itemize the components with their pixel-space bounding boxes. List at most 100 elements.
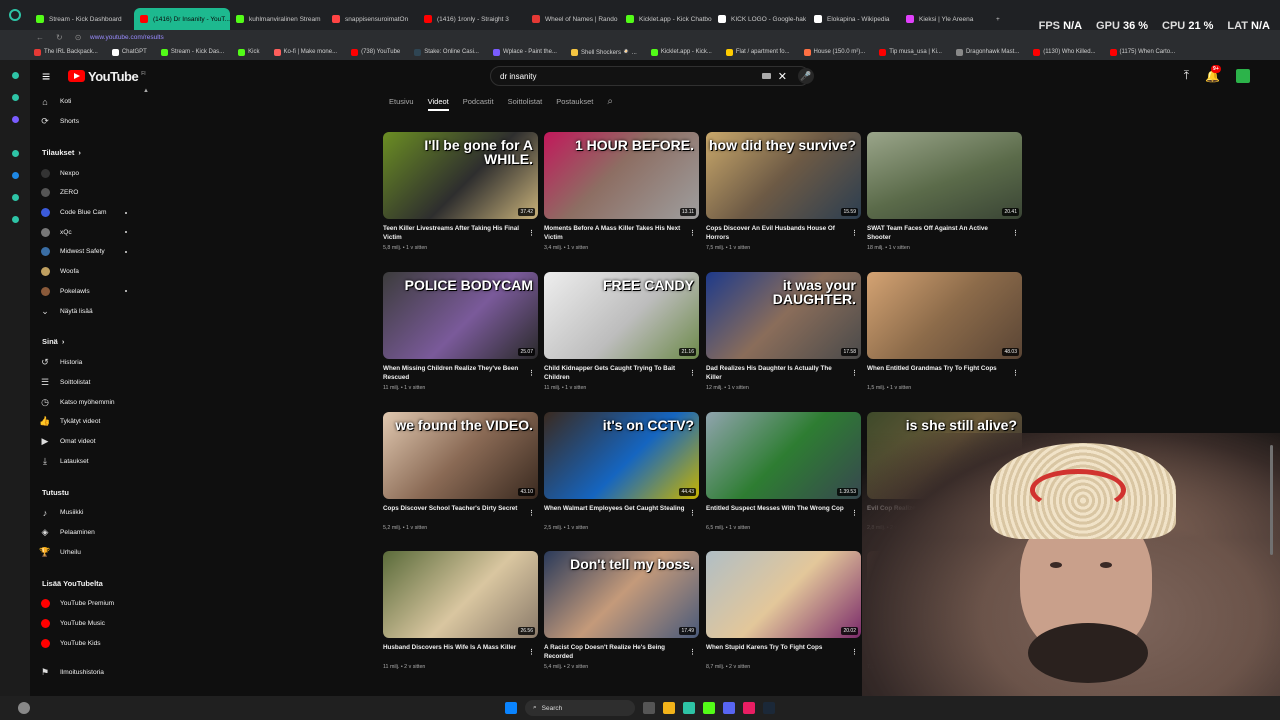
page-scrollbar[interactable]	[1270, 445, 1273, 555]
search-icon[interactable]: ⌕	[607, 96, 613, 107]
edge-app-icon[interactable]	[12, 94, 19, 101]
sidebar-item[interactable]: ⌄ Näytä lisää	[30, 301, 145, 321]
more-options-icon[interactable]: ⋮	[851, 509, 861, 519]
bookmark-item[interactable]: House (150.0 m²)...	[803, 48, 865, 56]
tab-soittolistat[interactable]: Soittolistat	[508, 97, 543, 106]
tab-videot[interactable]: Videot	[427, 97, 449, 111]
sidebar-item[interactable]: YouTube Kids	[30, 633, 145, 653]
sidebar-item[interactable]: YouTube Music	[30, 614, 145, 634]
edge-browser-icon[interactable]	[683, 702, 695, 714]
video-thumbnail[interactable]: 48.03	[867, 272, 1022, 359]
video-card[interactable]: it was your DAUGHTER. 17.58 Dad Realizes H…	[706, 272, 861, 391]
bookmark-item[interactable]: Stake: Online Casi...	[414, 48, 479, 56]
edge-app-icon[interactable]	[12, 194, 19, 201]
browser-tab[interactable]: Kicklet.app - Kick Chatbo	[620, 8, 712, 30]
sidebar-item[interactable]: ♪ Musiikki	[30, 503, 145, 523]
bookmark-item[interactable]: Kick	[238, 48, 260, 56]
video-card[interactable]: 26.56 Husband Discovers His Wife Is A Mas…	[383, 551, 538, 670]
browser-tab[interactable]: (1416) 1ronly - Straight 3	[418, 8, 526, 30]
sidebar-item[interactable]: Nexpo	[30, 163, 145, 183]
search-input[interactable]: dr insanity ✕ ⌕	[490, 66, 810, 86]
browser-tab[interactable]: (1416) Dr Insanity - YouT...	[134, 8, 230, 30]
video-title[interactable]: Teen Killer Livestreams After Taking His…	[383, 224, 538, 243]
tab-podcastit[interactable]: Podcastit	[463, 97, 494, 106]
more-options-icon[interactable]: ⋮	[528, 369, 538, 379]
sidebar-item[interactable]: ⌂ Koti	[30, 92, 145, 112]
video-card[interactable]: 20.41 SWAT Team Faces Off Against An Acti…	[867, 132, 1022, 251]
bookmark-item[interactable]: Shell Shockers 🍳 ...	[570, 48, 637, 56]
more-options-icon[interactable]: ⋮	[528, 648, 538, 658]
microphone-icon[interactable]: 🎤	[798, 68, 814, 84]
video-thumbnail[interactable]: how did they survive? 15.59	[706, 132, 861, 219]
video-thumbnail[interactable]: 1 HOUR BEFORE. 13.11	[544, 132, 699, 219]
video-card[interactable]: FREE CANDY 21.16 Child Kidnapper Gets Caug…	[544, 272, 699, 391]
sidebar-item[interactable]: Pokelawls	[30, 282, 145, 302]
sidebar-item[interactable]: ▶ Omat videot	[30, 432, 145, 452]
video-card[interactable]: I'll be gone for A WHILE. 37.42 Teen Kille…	[383, 132, 538, 251]
video-card[interactable]: 1 HOUR BEFORE. 13.11 Moments Before A Mass…	[544, 132, 699, 251]
bookmark-item[interactable]: Wplace - Paint the...	[492, 48, 557, 56]
video-thumbnail[interactable]: it's on CCTV? 44.43	[544, 412, 699, 499]
video-thumbnail[interactable]: POLICE BODYCAM 25.07	[383, 272, 538, 359]
video-thumbnail[interactable]: it was your DAUGHTER. 17.58	[706, 272, 861, 359]
sidebar-item[interactable]: ⚑ Ilmoitushistoria	[30, 663, 145, 683]
weather-icon[interactable]	[18, 702, 30, 714]
sidebar-item[interactable]: 🏆 Urheilu	[30, 542, 145, 562]
video-thumbnail[interactable]: 20.41	[867, 132, 1022, 219]
video-card[interactable]: Don't tell my boss. 17.49 A Racist Cop Doe…	[544, 551, 699, 670]
video-thumbnail[interactable]: 26.56	[383, 551, 538, 638]
sidebar-item[interactable]: ◷ Katso myöhemmin	[30, 392, 145, 412]
sidebar-section-header[interactable]: Tutustu	[30, 481, 145, 503]
discord-icon[interactable]	[723, 702, 735, 714]
steam-icon[interactable]	[763, 702, 775, 714]
video-title[interactable]: When Entitled Grandmas Try To Fight Cops…	[867, 364, 1022, 383]
video-title[interactable]: When Walmart Employees Get Caught Steali…	[544, 504, 699, 523]
task-view-icon[interactable]	[643, 702, 655, 714]
video-card[interactable]: how did they survive? 15.59 Cops Discover …	[706, 132, 861, 251]
video-title[interactable]: Cops Discover School Teacher's Dirty Sec…	[383, 504, 538, 523]
video-card[interactable]: 48.03 When Entitled Grandmas Try To Fight…	[867, 272, 1022, 391]
sidebar-item[interactable]: Woofa	[30, 262, 145, 282]
video-title[interactable]: Cops Discover An Evil Husbands House Of …	[706, 224, 861, 243]
browser-tab[interactable]: Kieksi | Yle Areena	[900, 8, 990, 30]
notifications-icon[interactable]: 🔔 9+	[1205, 64, 1221, 83]
video-title[interactable]: Husband Discovers His Wife Is A Mass Kil…	[383, 643, 538, 662]
video-card[interactable]: 1.39.53 Entitled Suspect Messes With The …	[706, 412, 861, 531]
bookmark-item[interactable]: Stream - Kick Das...	[160, 48, 224, 56]
browser-tab[interactable]: Wheel of Names | Rando	[526, 8, 620, 30]
video-title[interactable]: When Stupid Karens Try To Fight Cops ⋮	[706, 643, 861, 662]
browser-tab[interactable]: Stream - Kick Dashboard	[30, 8, 134, 30]
more-options-icon[interactable]: ⋮	[1012, 369, 1022, 379]
bookmark-item[interactable]: (1175) When Carto...	[1109, 48, 1175, 56]
upload-icon[interactable]: ⤒	[1184, 68, 1189, 83]
more-options-icon[interactable]: ⋮	[689, 648, 699, 658]
sidebar-item[interactable]: ↺ Historia	[30, 353, 145, 373]
video-card[interactable]: POLICE BODYCAM 25.07 When Missing Children…	[383, 272, 538, 391]
sidebar-section-header[interactable]: Lisää YouTubelta	[30, 572, 145, 594]
more-options-icon[interactable]: ⋮	[1012, 229, 1022, 239]
more-options-icon[interactable]: ⋮	[689, 229, 699, 239]
browser-tab[interactable]: kuhlmanviralinen Stream	[230, 8, 326, 30]
sidebar-item[interactable]: ⤓ Lataukset	[30, 451, 145, 471]
video-thumbnail[interactable]: FREE CANDY 21.16	[544, 272, 699, 359]
video-title[interactable]: Dad Realizes His Daughter Is Actually Th…	[706, 364, 861, 383]
sidebar-item[interactable]: ◈ Pelaaminen	[30, 523, 145, 543]
more-options-icon[interactable]: ⋮	[851, 648, 861, 658]
sidebar-item[interactable]: xQc	[30, 222, 145, 242]
edge-app-icon[interactable]	[12, 116, 19, 123]
back-icon[interactable]: ←	[36, 33, 44, 42]
clear-search-icon[interactable]: ✕	[778, 70, 787, 83]
menu-icon[interactable]: ≡	[42, 68, 56, 84]
edge-logo-icon[interactable]	[0, 0, 30, 30]
lock-icon[interactable]: ⊙	[75, 33, 82, 42]
start-icon[interactable]	[505, 702, 517, 714]
browser-tab[interactable]: snappisensuroimatOn	[326, 8, 418, 30]
video-title[interactable]: SWAT Team Faces Off Against An Active Sh…	[867, 224, 1022, 243]
bookmark-item[interactable]: Dragonhawk Mast...	[955, 48, 1019, 56]
avatar[interactable]	[1236, 68, 1250, 83]
more-options-icon[interactable]: ⋮	[689, 369, 699, 379]
edge-app-icon[interactable]	[12, 150, 19, 157]
bookmark-item[interactable]: Tip musa_usa | Ki...	[879, 48, 942, 56]
video-card[interactable]: it's on CCTV? 44.43 When Walmart Employees…	[544, 412, 699, 531]
new-tab-icon[interactable]: +	[990, 8, 1010, 30]
